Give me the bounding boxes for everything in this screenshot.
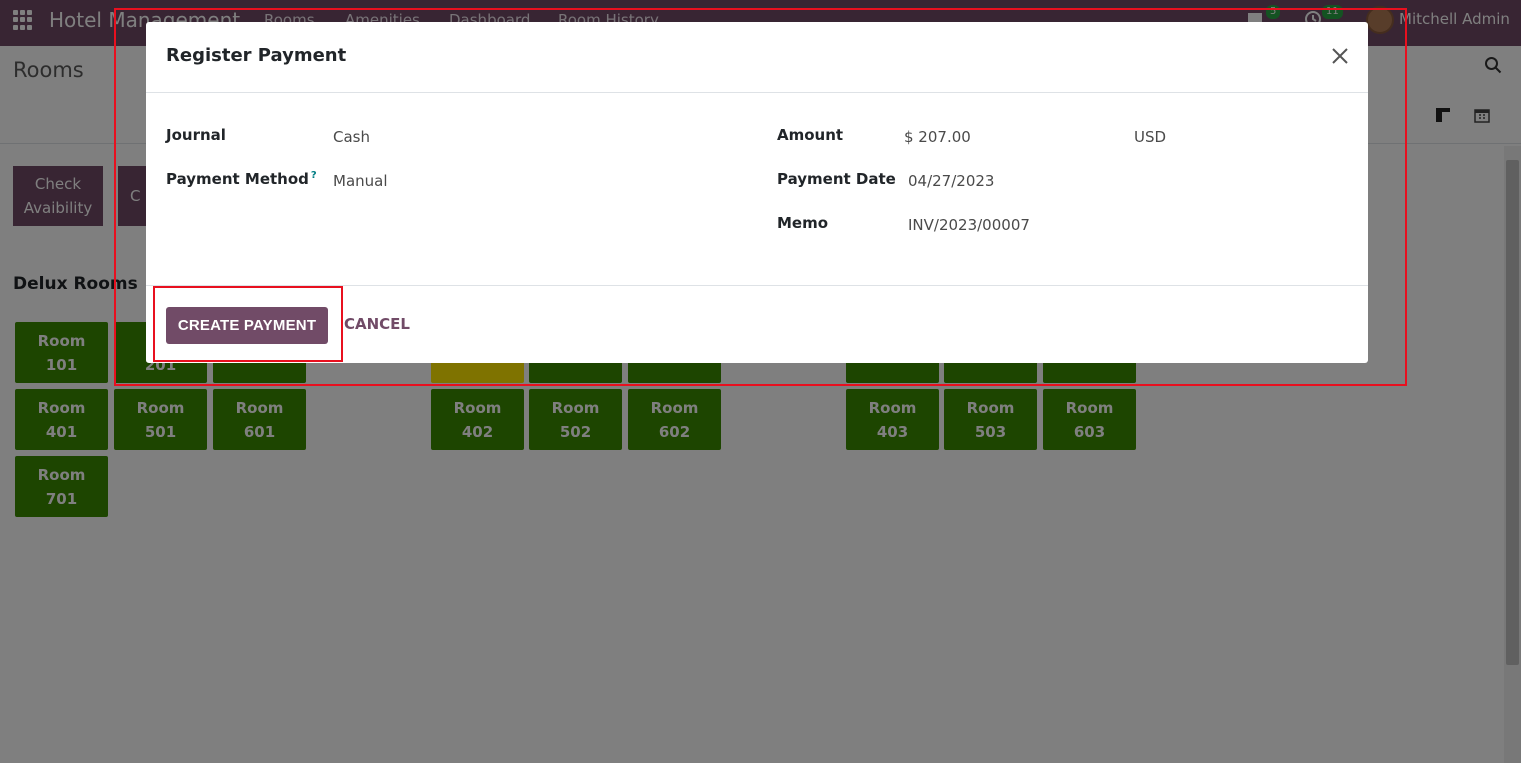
create-payment-button[interactable]: CREATE PAYMENT: [166, 307, 328, 344]
journal-label: Journal: [166, 126, 226, 144]
register-payment-dialog: Register Payment Journal Cash Payment Me…: [146, 22, 1368, 363]
payment-method-field[interactable]: Manual: [333, 172, 388, 190]
payment-date-field[interactable]: 04/27/2023: [908, 172, 994, 190]
modal-title: Register Payment: [166, 45, 347, 66]
modal-footer: CREATE PAYMENT CANCEL: [146, 285, 1368, 363]
currency-field[interactable]: USD: [1134, 128, 1166, 146]
amount-field[interactable]: $ 207.00: [904, 128, 971, 146]
memo-label: Memo: [777, 214, 829, 232]
journal-field[interactable]: Cash: [333, 128, 370, 146]
payment-date-label: Payment Date: [777, 170, 896, 188]
help-icon[interactable]: ?: [311, 170, 317, 181]
cancel-button[interactable]: CANCEL: [344, 315, 410, 333]
close-icon[interactable]: [1330, 46, 1350, 66]
memo-field[interactable]: INV/2023/00007: [908, 216, 1030, 234]
amount-label: Amount: [777, 126, 844, 144]
payment-method-label: Payment Method?: [166, 170, 317, 188]
payment-method-label-text: Payment Method: [166, 170, 309, 188]
modal-header: Register Payment: [146, 22, 1368, 93]
